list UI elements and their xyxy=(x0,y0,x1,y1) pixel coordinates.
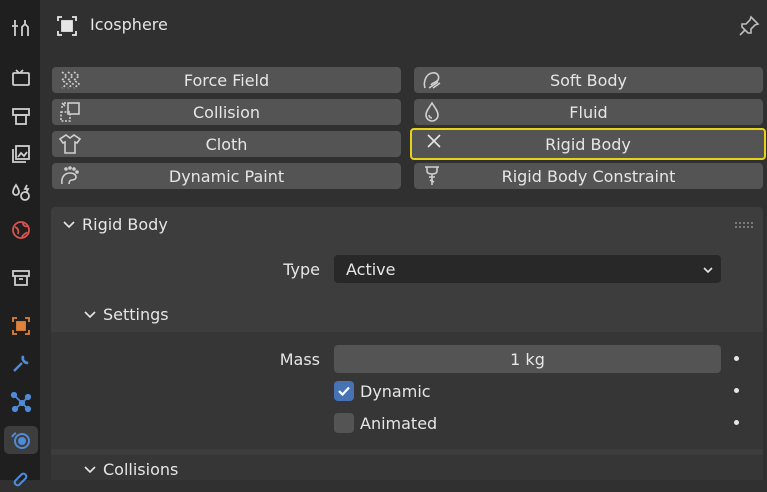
mass-label: Mass xyxy=(279,350,320,369)
dynamic-paint-label: Dynamic Paint xyxy=(168,166,285,186)
dynamic-paint-icon xyxy=(61,166,79,185)
mass-field[interactable]: 1 kg xyxy=(334,345,721,373)
output-icon[interactable] xyxy=(7,102,35,130)
fluid-label: Fluid xyxy=(569,102,608,122)
scene-icon[interactable] xyxy=(7,178,35,206)
world-icon[interactable] xyxy=(7,216,35,244)
collision-icon xyxy=(60,102,80,122)
physics-icon[interactable] xyxy=(4,426,38,454)
properties-header: Icosphere xyxy=(40,0,767,52)
rigid-body-panel-header[interactable]: Rigid Body xyxy=(62,215,168,234)
rigid-body-constraint-label: Rigid Body Constraint xyxy=(501,166,676,186)
cloth-shirt-icon xyxy=(58,134,82,154)
soft-body-icon xyxy=(423,72,441,89)
dynamic-checkbox[interactable] xyxy=(334,381,354,401)
properties-tab-sidebar xyxy=(0,0,40,487)
settings-subpanel-header[interactable]: Settings xyxy=(83,305,169,324)
mass-value: 1 kg xyxy=(510,349,545,369)
modifier-icon[interactable] xyxy=(7,350,35,378)
rigid-body-button[interactable]: Rigid Body xyxy=(410,128,766,160)
settings-title: Settings xyxy=(103,305,169,324)
chevron-down-icon xyxy=(703,267,713,274)
cloth-label: Cloth xyxy=(205,134,248,154)
chevron-down-icon xyxy=(84,465,96,473)
rigid-body-constraint-icon xyxy=(425,166,439,185)
rigid-body-constraint-button[interactable]: Rigid Body Constraint xyxy=(414,163,763,189)
collection-icon[interactable] xyxy=(7,264,35,292)
fluid-button[interactable]: Fluid xyxy=(414,99,763,125)
force-field-icon xyxy=(60,71,81,89)
particles-icon[interactable] xyxy=(7,388,35,416)
keyframe-dot-icon[interactable] xyxy=(734,388,739,393)
rigid-body-panel-title: Rigid Body xyxy=(82,215,168,234)
remove-x-icon[interactable] xyxy=(422,129,446,153)
constraints-icon[interactable] xyxy=(7,464,35,492)
object-data-icon xyxy=(57,16,77,36)
type-dropdown[interactable]: Active xyxy=(334,255,721,283)
cloth-button[interactable]: Cloth xyxy=(52,131,401,157)
drag-grip-icon[interactable] xyxy=(735,222,753,230)
fluid-drop-icon xyxy=(425,101,439,122)
chevron-down-icon xyxy=(63,220,75,228)
tool-icon[interactable] xyxy=(7,14,35,42)
force-field-button[interactable]: Force Field xyxy=(52,67,401,93)
collisions-subpanel-header[interactable]: Collisions xyxy=(83,460,178,479)
object-name: Icosphere xyxy=(90,15,168,34)
rigid-body-label: Rigid Body xyxy=(545,134,631,154)
chevron-down-icon xyxy=(84,310,96,318)
dynamic-paint-button[interactable]: Dynamic Paint xyxy=(52,163,401,189)
render-icon[interactable] xyxy=(7,64,35,92)
collision-label: Collision xyxy=(192,102,260,122)
soft-body-label: Soft Body xyxy=(549,70,628,90)
animated-label: Animated xyxy=(360,414,438,433)
force-field-label: Force Field xyxy=(183,70,270,90)
animated-checkbox[interactable] xyxy=(334,413,354,433)
collisions-title: Collisions xyxy=(103,460,179,479)
type-label: Type xyxy=(283,260,320,279)
object-icon[interactable] xyxy=(7,312,35,340)
view-layer-icon[interactable] xyxy=(7,140,35,168)
type-value: Active xyxy=(346,259,396,279)
keyframe-dot-icon[interactable] xyxy=(734,356,739,361)
collision-button[interactable]: Collision xyxy=(52,99,401,125)
dynamic-label: Dynamic xyxy=(360,382,431,401)
pin-icon[interactable] xyxy=(737,14,761,38)
soft-body-button[interactable]: Soft Body xyxy=(414,67,763,93)
checkmark-icon xyxy=(338,386,350,397)
keyframe-dot-icon[interactable] xyxy=(734,420,739,425)
